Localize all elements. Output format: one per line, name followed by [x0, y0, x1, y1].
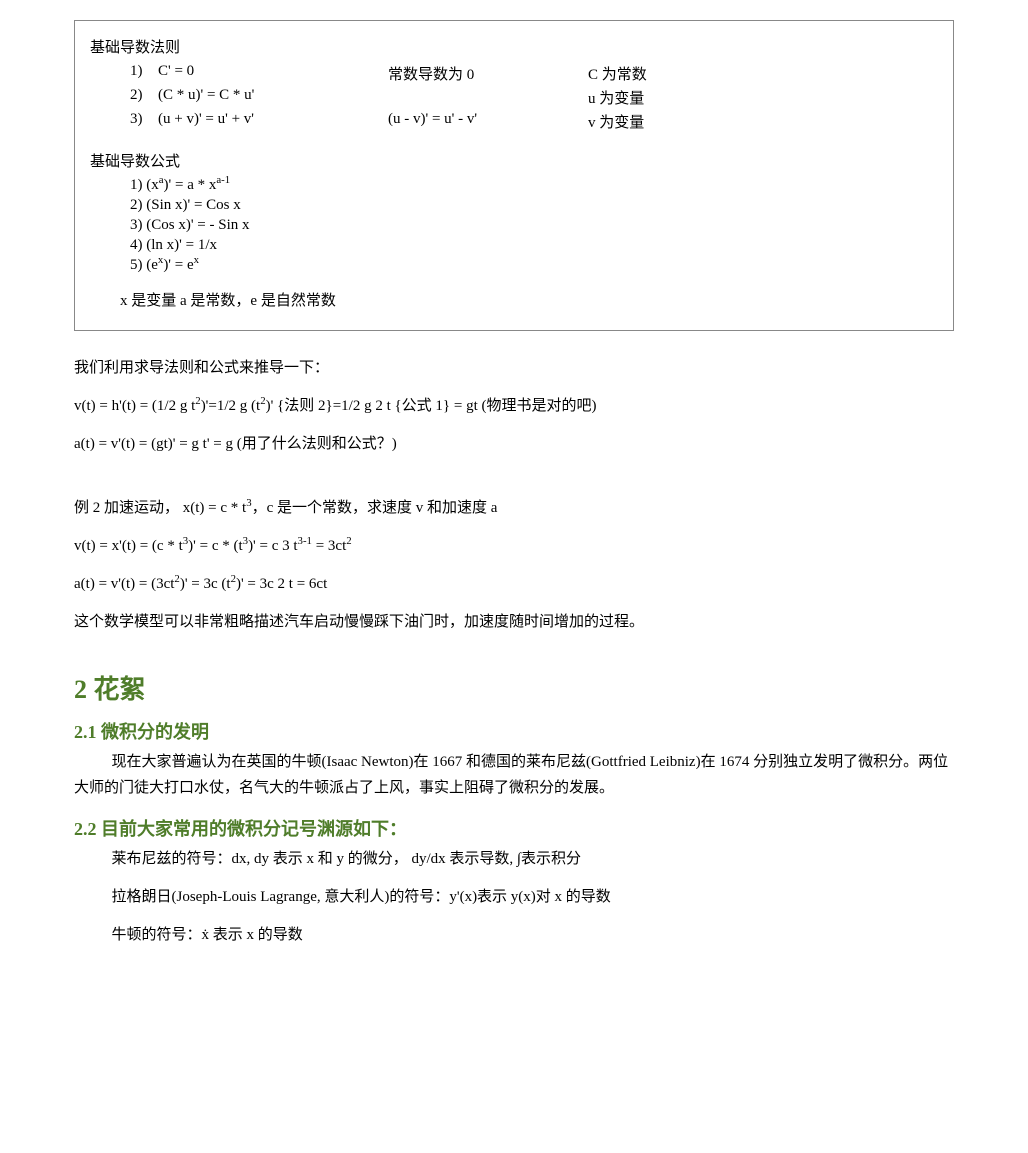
formula-number: 4) [130, 237, 143, 253]
formula-expr: (ex)' = ex [146, 257, 199, 273]
formula-expr: (ln x)' = 1/x [146, 237, 217, 253]
list-item: 拉格朗日(Joseph-Louis Lagrange, 意大利人)的符号：y'(… [112, 885, 955, 909]
rule-number: 1) [130, 63, 158, 84]
rule-expr: (C * u)' = C * u' [158, 87, 388, 108]
paragraph: v(t) = h'(t) = (1/2 g t2)'=1/2 g (t2)' {… [74, 394, 954, 418]
paragraph: v(t) = x'(t) = (c * t3)' = c * (t3)' = c… [74, 534, 954, 558]
derivative-formulas-list: 1) (xa)' = a * xa-1 2) (Sin x)' = Cos x … [90, 177, 938, 274]
formula-number: 3) [130, 217, 143, 233]
rules-box: 基础导数法则 1) C' = 0 常数导数为 0 C 为常数 2) (C * u… [74, 20, 954, 331]
paragraph: 现在大家普遍认为在英国的牛顿(Isaac Newton)在 1667 和德国的莱… [74, 750, 954, 801]
formula-number: 5) [130, 257, 143, 273]
subsection-heading-2-2: 2.2 目前大家常用的微积分记号渊源如下： [74, 815, 954, 841]
formula-number: 2) [130, 197, 143, 213]
rule-row: 3) (u + v)' = u' + v' (u - v)' = u' - v'… [130, 111, 938, 132]
formula-row: 3) (Cos x)' = - Sin x [130, 217, 938, 234]
rule-expr: C' = 0 [158, 63, 388, 84]
formula-row: 1) (xa)' = a * xa-1 [130, 177, 938, 194]
formula-expr: (xa)' = a * xa-1 [146, 177, 230, 193]
formula-number: 1) [130, 177, 143, 193]
box-title-1: 基础导数法则 [90, 36, 938, 57]
paragraph: 这个数学模型可以非常粗略描述汽车启动慢慢踩下油门时，加速度随时间增加的过程。 [74, 610, 954, 634]
rule-note-left: 常数导数为 0 [388, 63, 588, 84]
formula-row: 4) (ln x)' = 1/x [130, 237, 938, 254]
rule-note-right: C 为常数 [588, 63, 647, 84]
paragraph: a(t) = v'(t) = (gt)' = g t' = g (用了什么法则和… [74, 432, 954, 456]
rule-number: 3) [130, 111, 158, 132]
derivative-rules-list: 1) C' = 0 常数导数为 0 C 为常数 2) (C * u)' = C … [90, 63, 938, 132]
paragraph-text: 现在大家普遍认为在英国的牛顿(Isaac Newton)在 1667 和德国的莱… [74, 754, 948, 796]
paragraph: 我们利用求导法则和公式来推导一下： [74, 356, 954, 380]
notation-list: 莱布尼兹的符号：dx, dy 表示 x 和 y 的微分， dy/dx 表示导数,… [74, 847, 954, 947]
rule-note-right: v 为变量 [588, 111, 644, 132]
rule-row: 1) C' = 0 常数导数为 0 C 为常数 [130, 63, 938, 84]
subsection-heading-2-1: 2.1 微积分的发明 [74, 718, 954, 744]
formula-row: 2) (Sin x)' = Cos x [130, 197, 938, 214]
section-heading-2: 2 花絮 [74, 669, 954, 706]
rule-row: 2) (C * u)' = C * u' u 为变量 [130, 87, 938, 108]
paragraph: a(t) = v'(t) = (3ct2)' = 3c (t2)' = 3c 2… [74, 572, 954, 596]
formula-expr: (Cos x)' = - Sin x [146, 217, 249, 233]
formula-row: 5) (ex)' = ex [130, 257, 938, 274]
rule-note-left: (u - v)' = u' - v' [388, 111, 588, 132]
box-footer: x 是变量 a 是常数，e 是自然常数 [90, 289, 938, 310]
rule-expr: (u + v)' = u' + v' [158, 111, 388, 132]
list-item: 莱布尼兹的符号：dx, dy 表示 x 和 y 的微分， dy/dx 表示导数,… [112, 847, 955, 871]
list-item: 牛顿的符号：ẋ 表示 x 的导数 [112, 923, 955, 947]
formula-expr: (Sin x)' = Cos x [146, 197, 241, 213]
rule-note-left [388, 87, 588, 108]
paragraph: 例 2 加速运动， x(t) = c * t3，c 是一个常数，求速度 v 和加… [74, 496, 954, 520]
rule-number: 2) [130, 87, 158, 108]
box-title-2: 基础导数公式 [90, 150, 938, 171]
rule-note-right: u 为变量 [588, 87, 644, 108]
